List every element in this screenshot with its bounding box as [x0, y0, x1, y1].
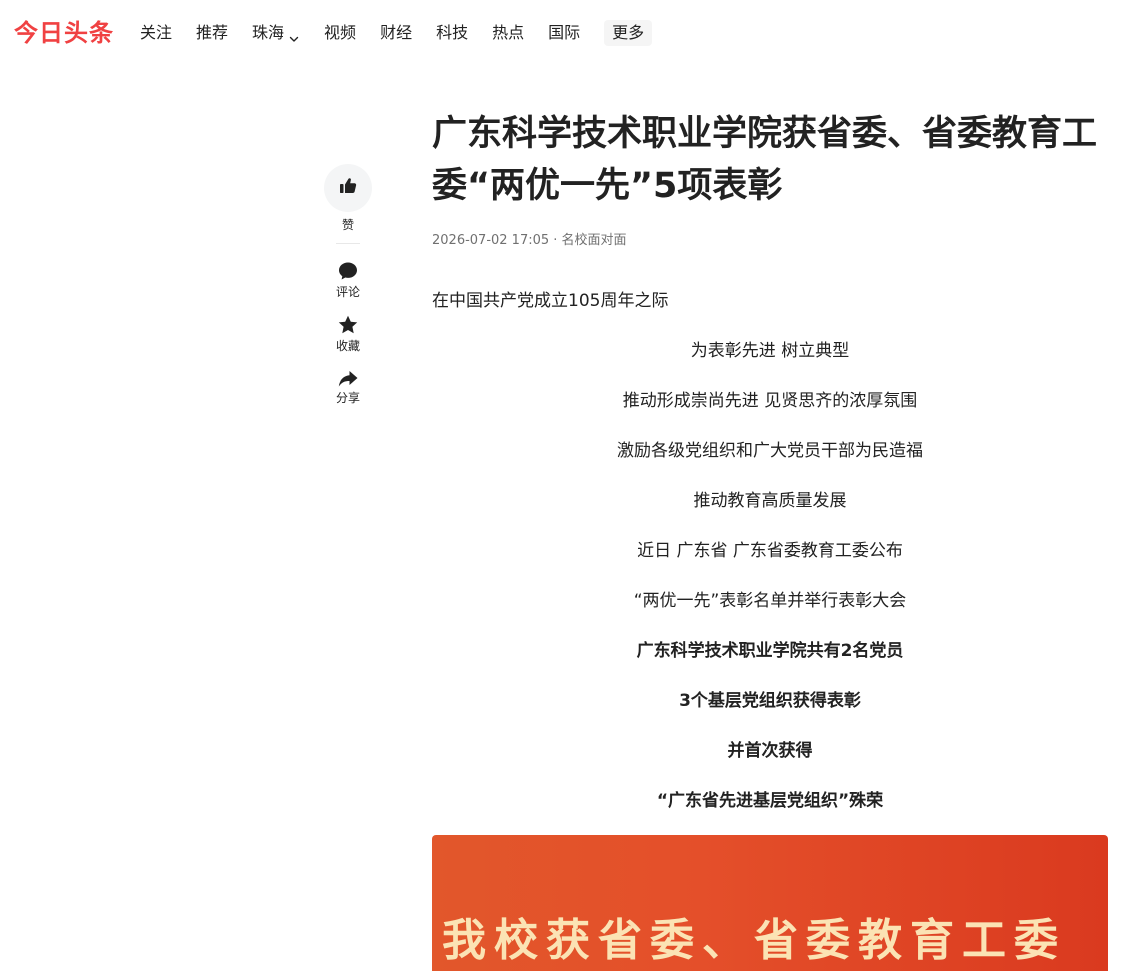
star-icon	[337, 314, 359, 336]
share-button[interactable]: 分享	[322, 368, 374, 406]
like-label: 赞	[341, 218, 354, 232]
article-bold-line: 3个基层党组织获得表彰	[679, 691, 861, 711]
article-action-sidebar: 赞 评论 收藏 分享	[322, 164, 374, 406]
nav-item-recommend[interactable]: 推荐	[196, 20, 228, 46]
comment-label: 评论	[335, 285, 360, 299]
article-content: 广东科学技术职业学院获省委、省委教育工委“两优一先”5项表彰 2026-07-0…	[432, 108, 1108, 838]
article-bold-line: “广东省先进基层党组织”殊荣	[656, 791, 884, 811]
channel-nav: 关注 推荐 珠海 视频 财经 科技 热点 国际 更多	[140, 20, 653, 46]
article-line: 近日 广东省 广东省委教育工委公布	[637, 541, 903, 561]
share-icon	[337, 368, 359, 390]
share-label: 分享	[335, 391, 360, 405]
comment-icon	[337, 260, 359, 282]
article-body: 在中国共产党成立105周年之际 为表彰先进 树立典型 推动形成崇尚先进 见贤思齐…	[432, 288, 1108, 814]
chevron-down-icon	[288, 27, 300, 42]
sidebar-divider	[336, 243, 360, 244]
collect-label: 收藏	[335, 339, 360, 353]
article-lead: 在中国共产党成立105周年之际	[432, 291, 669, 311]
article-bold-line: 并首次获得	[727, 741, 813, 761]
article-line: 激励各级党组织和广大党员干部为民造福	[617, 441, 923, 461]
like-circle	[324, 164, 372, 212]
nav-item-video[interactable]: 视频	[324, 20, 356, 46]
nav-item-follow[interactable]: 关注	[140, 20, 172, 46]
nav-item-world[interactable]: 国际	[548, 20, 580, 46]
nav-more-button[interactable]: 更多	[604, 20, 653, 46]
like-button[interactable]: 赞	[322, 164, 374, 233]
nav-item-city[interactable]: 珠海	[252, 20, 300, 46]
nav-item-finance[interactable]: 财经	[380, 20, 412, 46]
article-meta: 2026-07-02 17:05 · 名校面对面	[432, 233, 627, 248]
top-navigation-bar: 今日头条 关注 推荐 珠海 视频 财经 科技 热点 国际 更多	[0, 0, 1139, 68]
article-title: 广东科学技术职业学院获省委、省委教育工委“两优一先”5项表彰	[432, 114, 1098, 206]
banner-headline-text: 我校获省委、省委教育工委	[442, 915, 1066, 966]
article-bold-line: 广东科学技术职业学院共有2名党员	[636, 641, 904, 661]
article-line: 推动形成崇尚先进 见贤思齐的浓厚氛围	[622, 391, 918, 411]
thumbs-up-icon	[338, 176, 358, 200]
article-line: 推动教育高质量发展	[693, 491, 847, 511]
comment-button[interactable]: 评论	[322, 260, 374, 300]
toutiao-logo[interactable]: 今日头条	[14, 16, 114, 50]
article-line: “两优一先”表彰名单并举行表彰大会	[633, 591, 907, 611]
collect-button[interactable]: 收藏	[322, 314, 374, 354]
article-line: 为表彰先进 树立典型	[690, 341, 850, 361]
nav-item-hot[interactable]: 热点	[492, 20, 524, 46]
article-banner-image: 我校获省委、省委教育工委	[432, 835, 1108, 971]
nav-item-tech[interactable]: 科技	[436, 20, 468, 46]
